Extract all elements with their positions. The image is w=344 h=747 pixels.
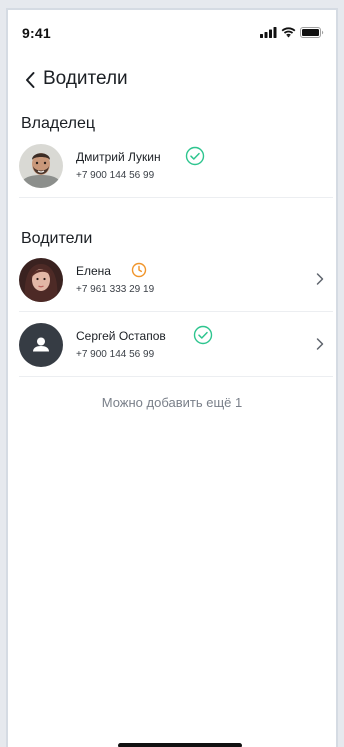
person-icon [33, 337, 49, 352]
contact-phone: +7 961 333 29 19 [76, 284, 155, 295]
avatar [19, 144, 63, 188]
driver-row[interactable]: Елена +7 961 333 29 19 [19, 248, 333, 312]
battery-icon [300, 27, 324, 38]
remaining-slots-note: Можно добавить ещё 1 [101, 395, 243, 410]
phone-screen: 9:41 Водители Владелец Дмитрий Лукин +7 … [6, 8, 338, 747]
wifi-icon [281, 27, 296, 38]
clock-icon [131, 262, 147, 278]
section-title-drivers: Водители [21, 230, 93, 247]
driver-row[interactable]: Сергей Остапов +7 900 144 56 99 [19, 313, 333, 377]
chevron-right-icon [316, 273, 324, 285]
status-icons [260, 27, 324, 38]
chevron-right-icon [316, 338, 324, 350]
nav-header: Водители [8, 62, 336, 98]
contact-name: Дмитрий Лукин [76, 150, 161, 164]
check-circle-icon [193, 325, 213, 345]
section-title-owner: Владелец [21, 115, 96, 132]
home-indicator [118, 743, 242, 747]
chevron-left-icon [26, 72, 35, 88]
status-time: 9:41 [22, 25, 51, 41]
page-title: Водители [43, 68, 128, 89]
status-bar: 9:41 [8, 10, 336, 54]
avatar [19, 258, 63, 302]
contact-phone: +7 900 144 56 99 [76, 170, 155, 181]
contact-name: Елена [76, 264, 111, 278]
owner-row[interactable]: Дмитрий Лукин +7 900 144 56 99 [19, 134, 333, 198]
signal-icon [260, 27, 277, 38]
contact-phone: +7 900 144 56 99 [76, 349, 155, 360]
back-button[interactable] [18, 66, 42, 94]
contact-name: Сергей Остапов [76, 329, 166, 343]
check-circle-icon [185, 146, 205, 166]
avatar [19, 323, 63, 367]
